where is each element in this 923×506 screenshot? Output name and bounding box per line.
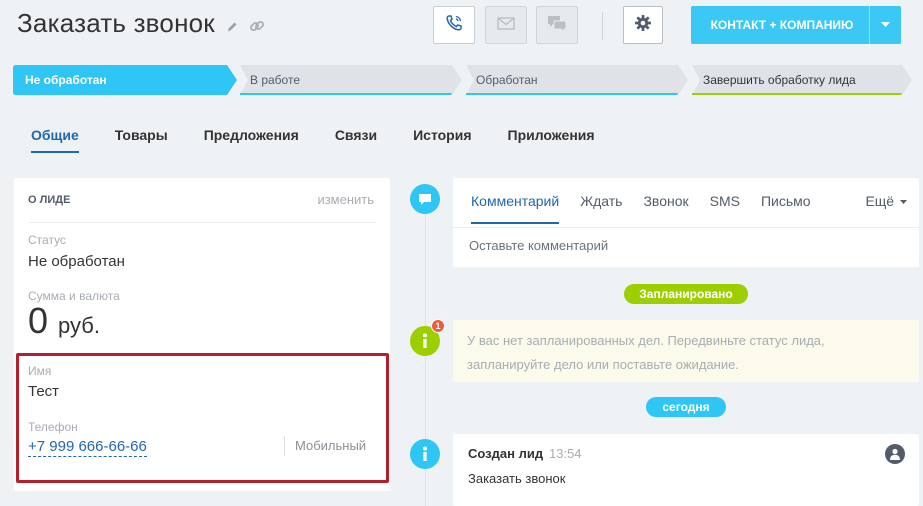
stage-processed[interactable]: Обработан: [466, 65, 688, 95]
chat-icon: [546, 13, 568, 38]
link-icon[interactable]: [249, 18, 265, 39]
user-icon[interactable]: [885, 444, 905, 464]
editor-tab-sms[interactable]: SMS: [710, 193, 740, 224]
tab-history[interactable]: История: [413, 127, 471, 153]
stage-finish[interactable]: Завершить обработку лида: [692, 65, 912, 95]
today-pill: сегодня: [646, 397, 726, 417]
stage-in-work[interactable]: В работе: [240, 65, 462, 95]
amount-display: 0 руб.: [28, 300, 100, 342]
editor-tab-comment[interactable]: Комментарий: [471, 193, 560, 224]
phone-icon: [444, 13, 464, 38]
stage-not-processed[interactable]: Не обработан: [13, 65, 237, 95]
chat-button[interactable]: [536, 6, 578, 44]
notification-badge: 1: [431, 319, 445, 333]
status-value: Не обработан: [28, 253, 125, 270]
call-button[interactable]: [433, 6, 475, 44]
tab-quotes[interactable]: Предложения: [204, 127, 299, 153]
highlight-frame: [16, 353, 389, 483]
no-planned-notice: У вас нет запланированных дел. Передвинь…: [453, 320, 919, 382]
event-time: 13:54: [549, 446, 582, 461]
editor-tab-call[interactable]: Звонок: [643, 193, 688, 224]
convert-contact-company-button[interactable]: КОНТАКТ + КОМПАНИЮ: [691, 6, 901, 44]
stage-label: В работе: [250, 73, 301, 87]
event-text: Заказать звонок: [468, 471, 566, 486]
editor-tab-email[interactable]: Письмо: [761, 193, 811, 224]
divider: [453, 227, 919, 228]
detail-tabs: Общие Товары Предложения Связи История П…: [31, 127, 631, 153]
tab-apps[interactable]: Приложения: [508, 127, 595, 153]
info-icon: [410, 439, 440, 469]
editor-tabs: Комментарий Ждать Звонок SMS Письмо: [471, 193, 832, 224]
toolbar-divider: [602, 12, 603, 40]
tab-links[interactable]: Связи: [335, 127, 377, 153]
timeline-event: Создан лид 13:54 Заказать звонок: [453, 434, 919, 506]
status-label: Статус: [28, 233, 66, 247]
email-button[interactable]: [485, 6, 527, 44]
event-title: Создан лид: [468, 446, 544, 461]
activity-editor: Комментарий Ждать Звонок SMS Письмо Ещё …: [453, 178, 919, 267]
mail-icon: [496, 15, 516, 36]
comment-icon: [410, 184, 440, 214]
editor-tab-wait[interactable]: Ждать: [580, 193, 622, 224]
amount-value: 0: [28, 300, 49, 341]
tab-products[interactable]: Товары: [115, 127, 168, 153]
settings-button[interactable]: [623, 6, 663, 44]
more-label: Ещё: [865, 193, 895, 209]
chevron-down-icon[interactable]: [869, 6, 901, 44]
planned-pill: Запланировано: [624, 284, 748, 304]
card-heading: О ЛИДЕ: [28, 194, 71, 206]
edit-link[interactable]: изменить: [317, 192, 374, 207]
stage-label: Завершить обработку лида: [703, 73, 856, 87]
stage-label: Обработан: [476, 73, 538, 87]
pencil-icon[interactable]: [226, 20, 239, 38]
convert-button-label: КОНТАКТ + КОМПАНИЮ: [710, 18, 854, 32]
divider: [28, 222, 376, 223]
stage-label: Не обработан: [25, 73, 107, 87]
comment-input[interactable]: Оставьте комментарий: [469, 238, 608, 253]
currency-value: руб.: [58, 313, 100, 338]
gear-icon: [634, 14, 652, 37]
page-title: Заказать звонок: [17, 8, 215, 38]
editor-more-menu[interactable]: Ещё: [865, 193, 907, 209]
tab-general[interactable]: Общие: [31, 127, 79, 153]
